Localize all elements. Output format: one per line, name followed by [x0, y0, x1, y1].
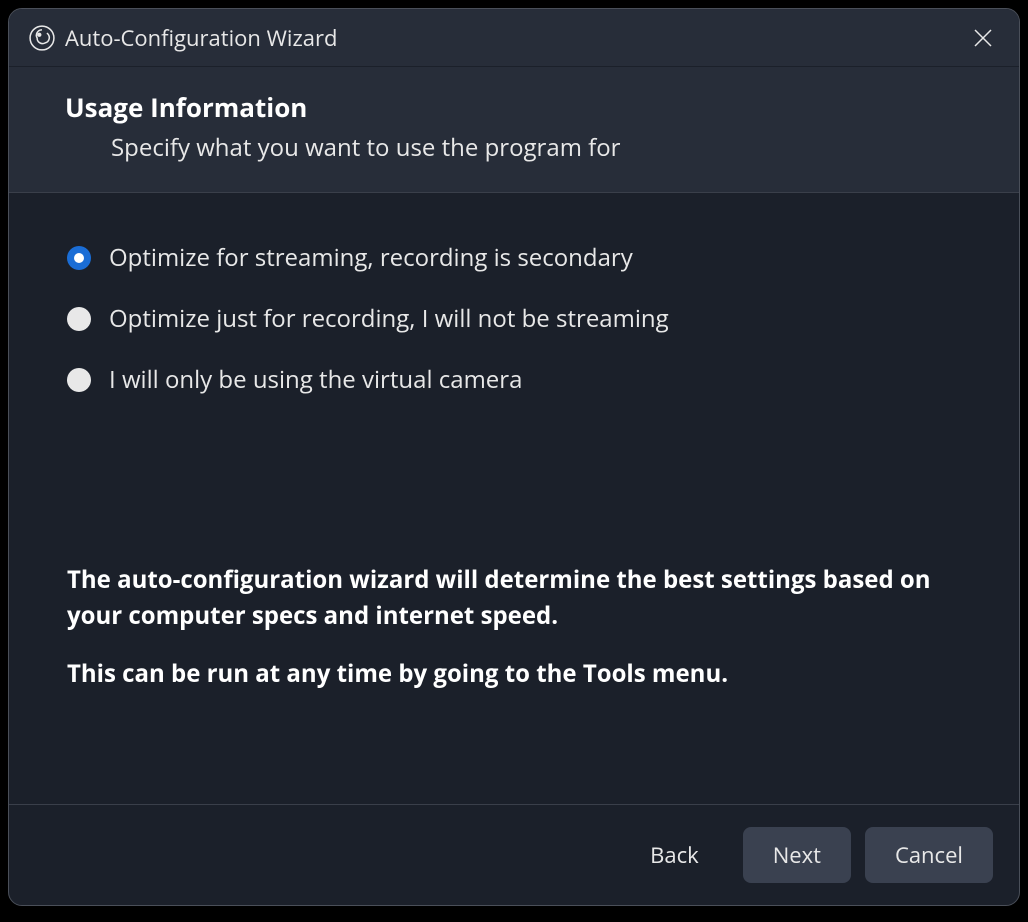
page-title: Usage Information [65, 89, 963, 125]
close-button[interactable] [963, 18, 1003, 58]
page-header: Usage Information Specify what you want … [9, 67, 1019, 193]
info-text-1: The auto-configuration wizard will deter… [67, 562, 961, 634]
cancel-button[interactable]: Cancel [865, 827, 993, 883]
page-subtitle: Specify what you want to use the program… [65, 131, 963, 164]
window-title: Auto-Configuration Wizard [65, 23, 963, 53]
wizard-dialog: Auto-Configuration Wizard Usage Informat… [8, 8, 1020, 906]
radio-indicator [67, 246, 91, 270]
titlebar: Auto-Configuration Wizard [9, 9, 1019, 67]
obs-icon [29, 25, 55, 51]
button-bar: Back Next Cancel [9, 804, 1019, 905]
info-text-2: This can be run at any time by going to … [67, 656, 961, 692]
usage-radio-group: Optimize for streaming, recording is sec… [67, 241, 961, 396]
radio-option-virtual-camera[interactable]: I will only be using the virtual camera [67, 363, 961, 396]
content-area: Optimize for streaming, recording is sec… [9, 193, 1019, 804]
radio-indicator [67, 368, 91, 392]
back-button[interactable]: Back [620, 827, 729, 883]
radio-label: Optimize for streaming, recording is sec… [109, 241, 633, 274]
close-icon [971, 26, 995, 50]
radio-option-recording[interactable]: Optimize just for recording, I will not … [67, 302, 961, 335]
radio-label: I will only be using the virtual camera [109, 363, 522, 396]
radio-label: Optimize just for recording, I will not … [109, 302, 669, 335]
radio-indicator [67, 307, 91, 331]
info-section: The auto-configuration wizard will deter… [67, 562, 961, 692]
next-button[interactable]: Next [743, 827, 851, 883]
radio-option-streaming[interactable]: Optimize for streaming, recording is sec… [67, 241, 961, 274]
